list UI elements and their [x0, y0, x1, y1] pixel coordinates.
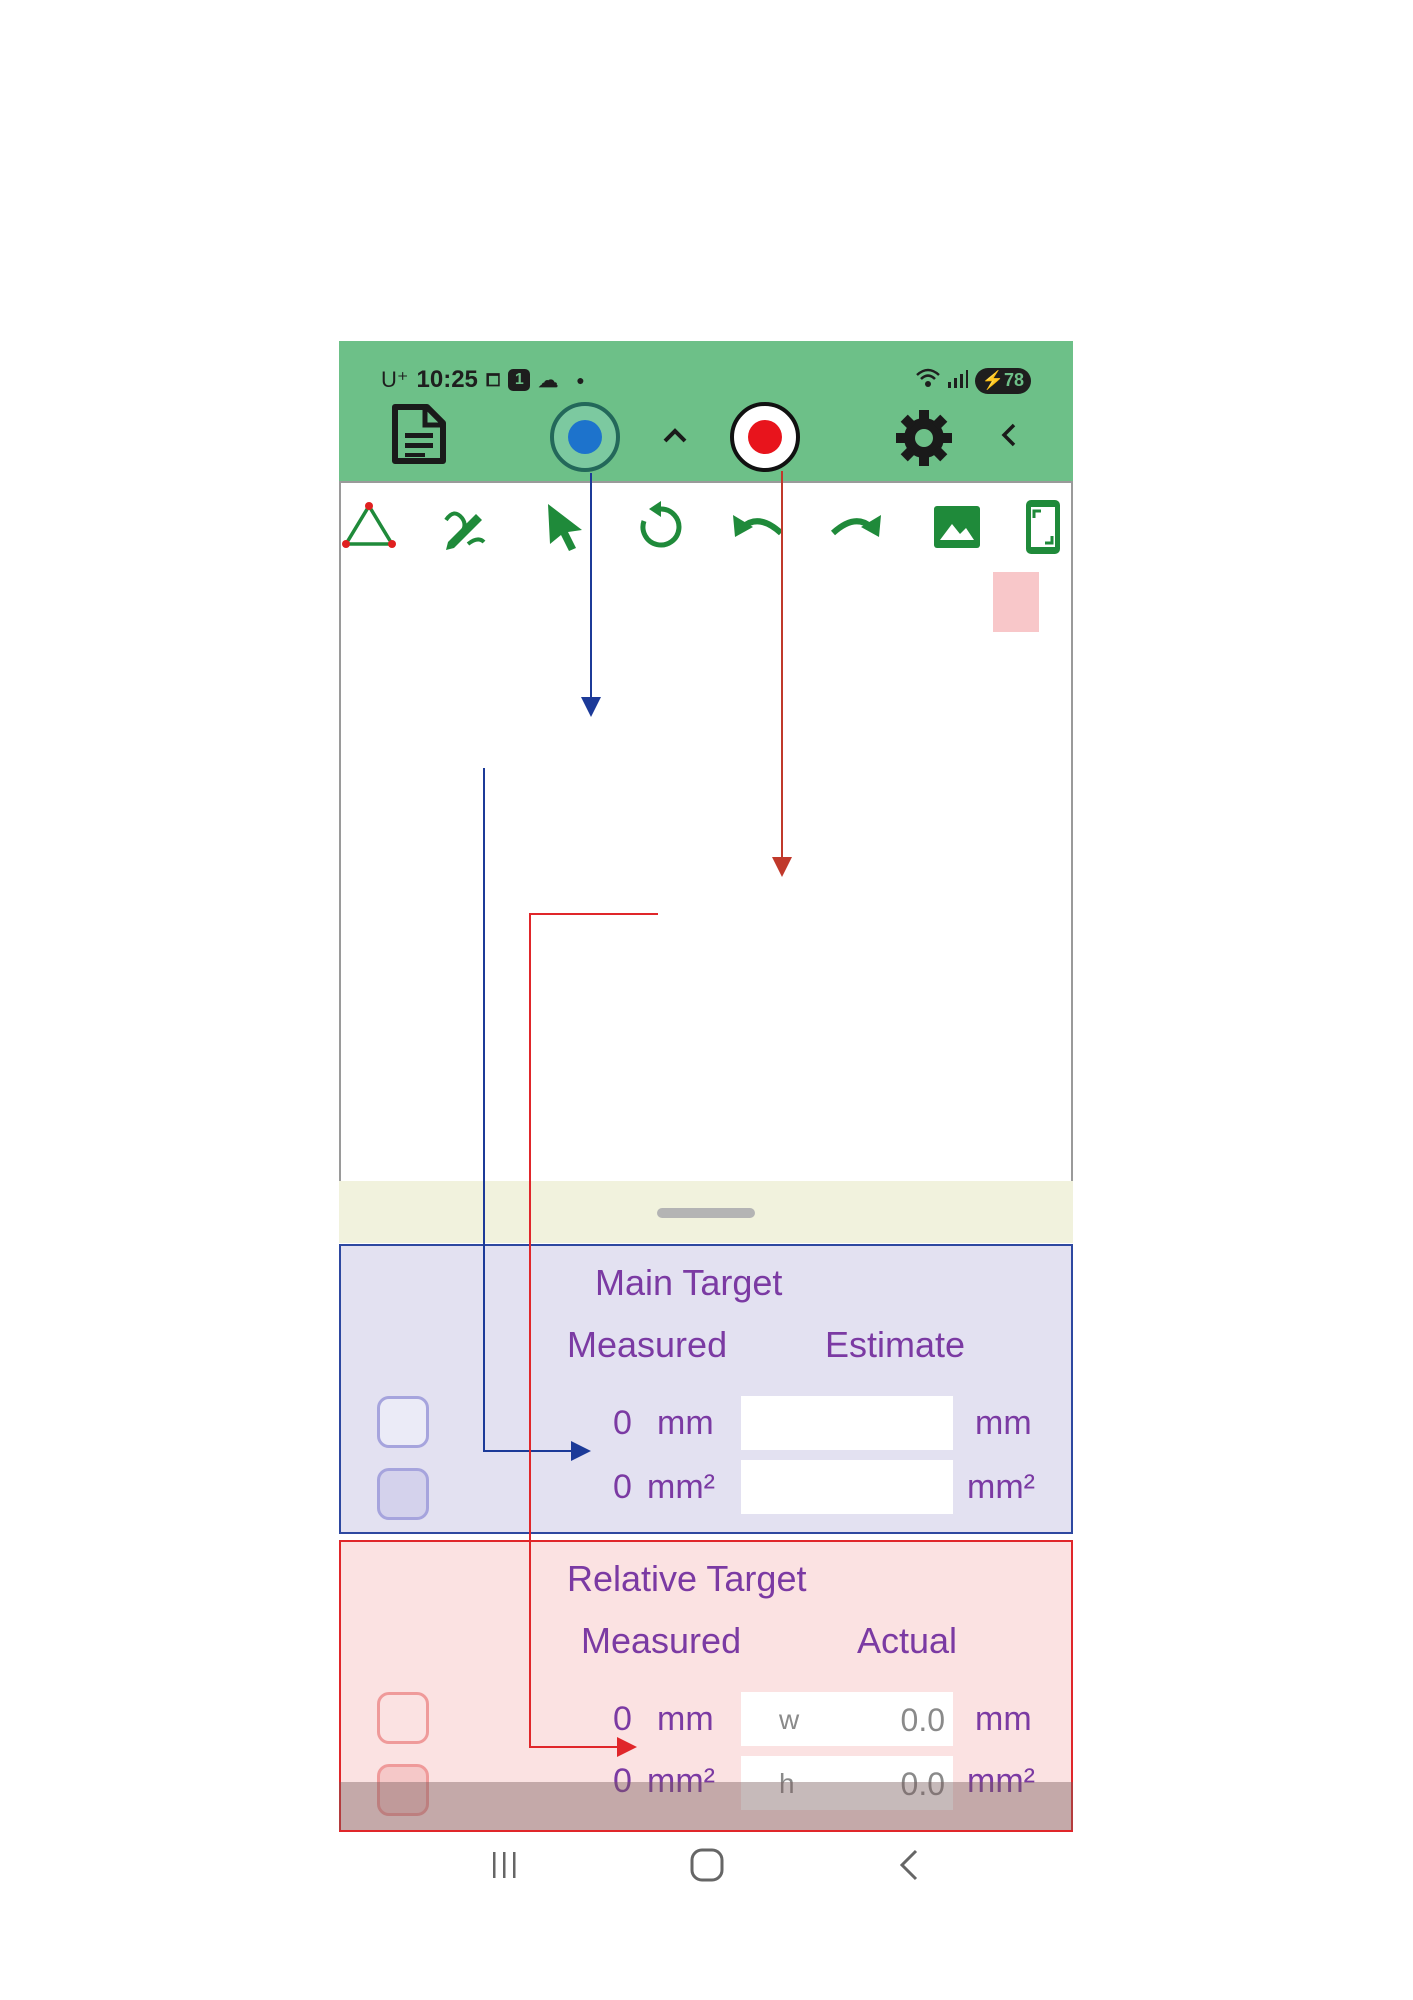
main-length-estimate-input[interactable]: [741, 1396, 953, 1450]
main-target-panel: Main Target Measured Estimate 0 mm mm 0 …: [339, 1244, 1073, 1534]
carrier-label: U⁺: [381, 367, 409, 392]
bottom-sheet-handle-area[interactable]: [339, 1181, 1073, 1243]
select-tool-icon[interactable]: [537, 499, 593, 555]
home-icon[interactable]: [685, 1843, 729, 1887]
color-swatch[interactable]: [993, 572, 1039, 632]
screen-icon[interactable]: [1015, 499, 1071, 555]
width-value: 0.0: [900, 1702, 945, 1738]
main-length-estimate-unit: mm: [975, 1404, 1032, 1442]
wifi-icon: [915, 367, 941, 394]
status-bar-left: U⁺ 10:25 ⧠ 1 ☁ ●: [381, 366, 585, 393]
draw-tool-icon[interactable]: [437, 499, 493, 555]
relative-length-checkbox[interactable]: [377, 1692, 429, 1744]
system-nav-bar: [339, 1831, 1073, 1901]
main-length-unit: mm: [657, 1404, 714, 1442]
cloud-icon: ☁: [538, 369, 559, 392]
undo-icon[interactable]: [731, 499, 787, 555]
main-target-title: Main Target: [595, 1262, 783, 1303]
rotate-tool-icon[interactable]: [633, 499, 689, 555]
main-length-checkbox[interactable]: [377, 1396, 429, 1448]
main-area-estimate-input[interactable]: [741, 1460, 953, 1514]
relative-actual-header: Actual: [857, 1620, 958, 1661]
relative-width-unit: mm: [975, 1700, 1032, 1738]
main-area-estimate-unit: mm²: [967, 1468, 1035, 1506]
main-length-value: 0: [613, 1404, 632, 1442]
document-icon[interactable]: [387, 403, 449, 465]
main-area-checkbox[interactable]: [377, 1468, 429, 1520]
dot-icon: ●: [576, 372, 585, 388]
relative-length-value: 0: [613, 1700, 632, 1738]
back-icon[interactable]: [991, 417, 1027, 453]
nav-back-icon[interactable]: [887, 1843, 931, 1887]
phone-screen: U⁺ 10:25 ⧠ 1 ☁ ● ⚡ 78 Main Target Measur…: [339, 341, 1073, 1882]
recents-icon[interactable]: [483, 1843, 527, 1887]
bottom-overlay: [339, 1782, 1073, 1830]
image-icon[interactable]: [929, 499, 985, 555]
notification-badge: 1: [508, 369, 531, 391]
record-red-icon[interactable]: [729, 401, 801, 473]
battery-indicator: ⚡ 78: [974, 367, 1031, 394]
screenshot-icon: ⧠: [485, 369, 501, 390]
relative-target-title: Relative Target: [567, 1558, 807, 1599]
record-blue-icon[interactable]: [549, 401, 621, 473]
main-area-value: 0: [613, 1468, 632, 1506]
battery-level: 78: [1003, 370, 1024, 390]
triangle-tool-icon[interactable]: [341, 499, 397, 555]
relative-measured-header: Measured: [581, 1620, 742, 1661]
relative-length-unit: mm: [657, 1700, 714, 1738]
width-placeholder: w: [779, 1704, 800, 1735]
drawing-canvas[interactable]: [339, 481, 1073, 1183]
redo-icon[interactable]: [827, 499, 883, 555]
status-bar-right: ⚡ 78: [915, 367, 1031, 394]
signal-icon: [947, 367, 969, 394]
main-estimate-header: Estimate: [825, 1324, 966, 1365]
clock: 10:25: [416, 366, 478, 393]
relative-width-input[interactable]: w 0.0: [741, 1692, 953, 1746]
main-area-unit: mm²: [647, 1468, 715, 1506]
chevron-up-icon[interactable]: [657, 417, 693, 453]
app-bar: U⁺ 10:25 ⧠ 1 ☁ ● ⚡ 78: [339, 341, 1073, 481]
drag-handle[interactable]: [657, 1208, 755, 1218]
settings-icon[interactable]: [893, 407, 955, 469]
main-measured-header: Measured: [567, 1324, 728, 1365]
